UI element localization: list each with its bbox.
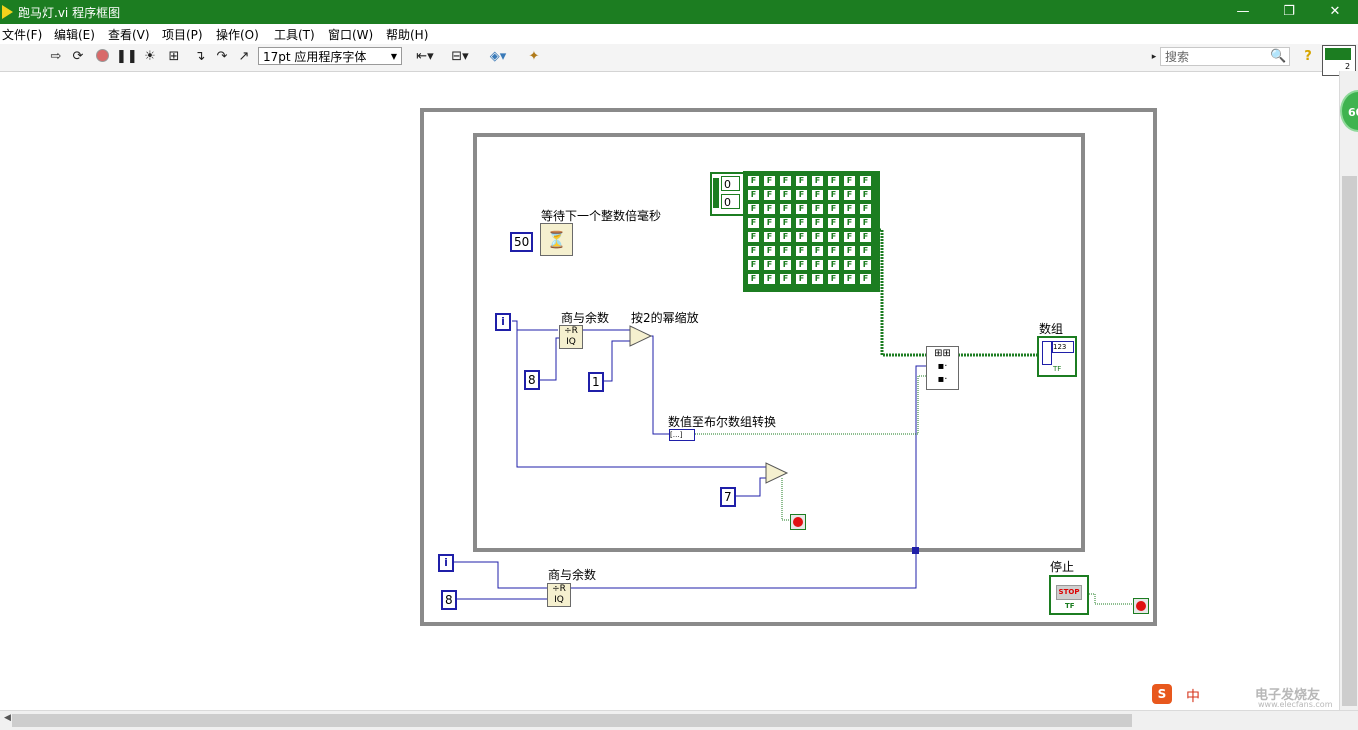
boolean-cell[interactable]: F — [796, 204, 807, 214]
boolean-cell[interactable]: F — [812, 204, 823, 214]
boolean-cell[interactable]: F — [812, 260, 823, 270]
stop-button[interactable]: STOP TF — [1049, 575, 1089, 615]
boolean-cell[interactable]: F — [844, 260, 855, 270]
boolean-cell[interactable]: F — [828, 274, 839, 284]
boolean-array-constant[interactable]: FFFFFFFFFFFFFFFFFFFFFFFFFFFFFFFFFFFFFFFF… — [743, 171, 880, 292]
boolean-cell[interactable]: F — [828, 246, 839, 256]
boolean-cell[interactable]: F — [748, 176, 759, 186]
boolean-cell[interactable]: F — [796, 218, 807, 228]
greater-equal-node — [765, 462, 789, 484]
iteration-terminal-inner[interactable]: i — [495, 313, 511, 331]
boolean-cell[interactable]: F — [828, 190, 839, 200]
metronome-icon[interactable]: ⏳ — [540, 223, 573, 256]
boolean-cell[interactable]: F — [828, 176, 839, 186]
boolean-cell[interactable]: F — [860, 274, 871, 284]
boolean-cell[interactable]: F — [860, 190, 871, 200]
iteration-terminal-outer[interactable]: i — [438, 554, 454, 572]
boolean-cell[interactable]: F — [812, 176, 823, 186]
boolean-cell[interactable]: F — [796, 246, 807, 256]
scale-label: 按2的幂缩放 — [631, 311, 699, 325]
boolean-cell[interactable]: F — [828, 204, 839, 214]
quotient-label-outer: 商与余数 — [548, 568, 597, 582]
boolean-cell[interactable]: F — [796, 232, 807, 242]
boolean-cell[interactable]: F — [764, 176, 775, 186]
watermark-url: www.elecfans.com — [1258, 700, 1333, 709]
array-out-label: 数组 — [1039, 322, 1064, 336]
boolean-cell[interactable]: F — [748, 246, 759, 256]
boolean-cell[interactable]: F — [764, 232, 775, 242]
ime-logo-icon[interactable]: S — [1152, 684, 1172, 704]
boolean-cell[interactable]: F — [764, 204, 775, 214]
boolean-cell[interactable]: F — [844, 246, 855, 256]
boolean-cell[interactable]: F — [780, 274, 791, 284]
boolean-cell[interactable]: F — [860, 176, 871, 186]
boolean-cell[interactable]: F — [748, 204, 759, 214]
boolean-cell[interactable]: F — [844, 274, 855, 284]
boolean-cell[interactable]: F — [780, 176, 791, 186]
boolean-cell[interactable]: F — [780, 218, 791, 228]
ime-mode[interactable]: 中 — [1186, 686, 1200, 706]
boolean-cell[interactable]: F — [780, 232, 791, 242]
wait-const[interactable]: 50 — [510, 232, 534, 252]
boolean-cell[interactable]: F — [860, 246, 871, 256]
boolean-cell[interactable]: F — [780, 204, 791, 214]
boolean-cell[interactable]: F — [860, 232, 871, 242]
stop-label: 停止 — [1050, 560, 1075, 574]
num-to-bool-label: 数值至布尔数组转换 — [668, 415, 777, 429]
boolean-cell[interactable]: F — [828, 218, 839, 228]
boolean-cell[interactable]: F — [796, 260, 807, 270]
boolean-cell[interactable]: F — [748, 260, 759, 270]
boolean-cell[interactable]: F — [844, 204, 855, 214]
boolean-cell[interactable]: F — [844, 176, 855, 186]
boolean-cell[interactable]: F — [780, 246, 791, 256]
quotient-remainder-node-outer[interactable]: ÷R IQ — [547, 583, 571, 607]
boolean-cell[interactable]: F — [764, 218, 775, 228]
boolean-cell[interactable]: F — [844, 190, 855, 200]
boolean-cell[interactable]: F — [796, 274, 807, 284]
boolean-cell[interactable]: F — [844, 232, 855, 242]
boolean-cell[interactable]: F — [748, 190, 759, 200]
boolean-cell[interactable]: F — [860, 260, 871, 270]
boolean-cell[interactable]: F — [764, 260, 775, 270]
boolean-cell[interactable]: F — [764, 274, 775, 284]
boolean-cell[interactable]: F — [748, 274, 759, 284]
boolean-cell[interactable]: F — [860, 218, 871, 228]
boolean-cell[interactable]: F — [812, 190, 823, 200]
boolean-cell[interactable]: F — [828, 232, 839, 242]
boolean-cell[interactable]: F — [812, 218, 823, 228]
boolean-cell[interactable]: F — [748, 232, 759, 242]
array-out-indicator[interactable]: 123 TF — [1037, 336, 1077, 377]
boolean-cell[interactable]: F — [764, 190, 775, 200]
boolean-cell[interactable]: F — [828, 260, 839, 270]
num-to-bool-node[interactable]: […] — [669, 429, 695, 441]
boolean-cell[interactable]: F — [860, 204, 871, 214]
const-7[interactable]: 7 — [720, 487, 736, 507]
array-index-display[interactable]: 0 0 — [710, 172, 746, 216]
const-8-inner[interactable]: 8 — [524, 370, 540, 390]
boolean-cell[interactable]: F — [796, 190, 807, 200]
boolean-cell[interactable]: F — [796, 176, 807, 186]
inner-stop-terminal[interactable] — [790, 514, 806, 530]
scale-by-power-node — [629, 325, 653, 347]
boolean-cell[interactable]: F — [780, 260, 791, 270]
outer-stop-terminal[interactable] — [1133, 598, 1149, 614]
boolean-cell[interactable]: F — [812, 274, 823, 284]
boolean-cell[interactable]: F — [764, 246, 775, 256]
boolean-cell[interactable]: F — [812, 232, 823, 242]
const-1[interactable]: 1 — [588, 372, 604, 392]
boolean-cell[interactable]: F — [812, 246, 823, 256]
boolean-cell[interactable]: F — [844, 218, 855, 228]
const-8-outer[interactable]: 8 — [441, 590, 457, 610]
quotient-remainder-node-inner[interactable]: ÷R IQ — [559, 325, 583, 349]
replace-array-subset-node[interactable]: ⊞⊞ ▪· ▪· — [926, 346, 959, 390]
diagram-wires — [420, 108, 1157, 626]
boolean-cell[interactable]: F — [748, 218, 759, 228]
boolean-cell[interactable]: F — [780, 190, 791, 200]
wait-label: 等待下一个整数倍毫秒 — [541, 209, 662, 223]
quotient-label-inner: 商与余数 — [561, 311, 610, 325]
